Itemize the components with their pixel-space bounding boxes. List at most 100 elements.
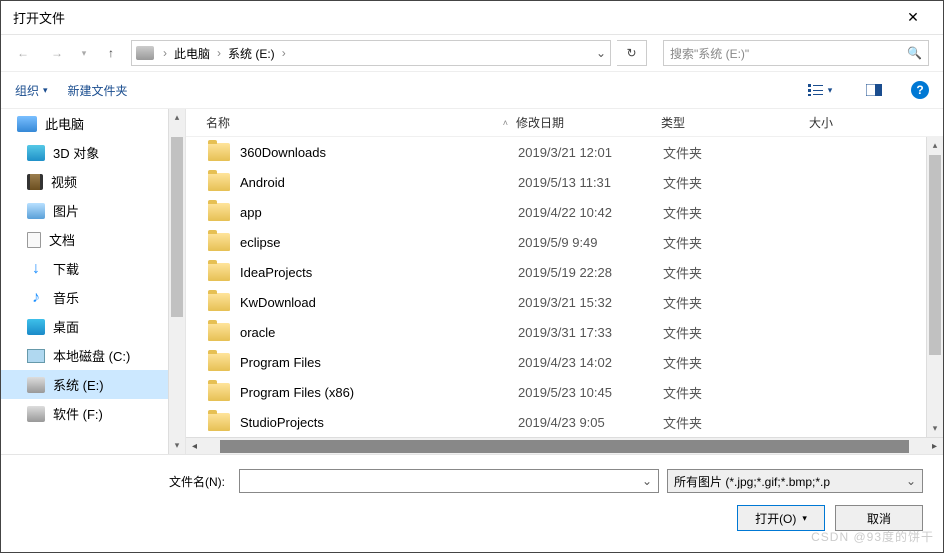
cancel-button[interactable]: 取消 (835, 505, 923, 531)
sidebar-item[interactable]: 本地磁盘 (C:) (1, 341, 185, 370)
sidebar-item[interactable]: 视频 (1, 167, 185, 196)
sidebar-scrollbar[interactable]: ▴ ▾ (168, 109, 185, 454)
sidebar-item[interactable]: 系统 (E:) (1, 370, 185, 399)
breadcrumb-root[interactable]: 此电脑 (170, 45, 214, 62)
drive-icon (136, 46, 154, 60)
file-list: 名称 ˄ 修改日期 类型 大小 360Downloads2019/3/21 12… (186, 109, 943, 454)
sidebar-item-label: 本地磁盘 (C:) (53, 346, 130, 365)
sidebar-item-label: 系统 (E:) (53, 375, 104, 394)
split-button-chevron[interactable]: ▾ (802, 513, 807, 524)
nav-back-button[interactable]: ← (9, 39, 37, 67)
file-row[interactable]: 360Downloads2019/3/21 12:01文件夹 (186, 137, 943, 167)
column-header-date[interactable]: 修改日期 (516, 114, 661, 131)
horizontal-scrollbar[interactable]: ◂ ▸ (186, 437, 943, 454)
sidebar-item-label: 音乐 (53, 288, 79, 307)
nav-recent-dropdown[interactable]: ▾ (77, 39, 91, 67)
close-button[interactable]: ✕ (893, 3, 933, 33)
preview-pane-button[interactable] (857, 78, 891, 102)
column-header-name[interactable]: 名称 ˄ (186, 114, 516, 131)
open-button[interactable]: 打开(O) ▾ (737, 505, 825, 531)
file-row[interactable]: oracle2019/3/31 17:33文件夹 (186, 317, 943, 347)
file-name: Program Files (x86) (240, 385, 518, 400)
scroll-down-icon[interactable]: ▾ (927, 420, 943, 437)
dl-icon: ↓ (27, 261, 45, 277)
file-row[interactable]: Android2019/5/13 11:31文件夹 (186, 167, 943, 197)
sidebar-item-label: 下载 (53, 259, 79, 278)
chevron-down-icon: ▾ (828, 85, 833, 96)
file-type: 文件夹 (663, 233, 811, 252)
folder-icon (208, 323, 230, 341)
breadcrumb[interactable]: › 此电脑 › 系统 (E:) › ⌄ (131, 40, 611, 66)
sidebar-item-label: 3D 对象 (53, 143, 99, 162)
folder-icon (208, 203, 230, 221)
folder-icon (208, 263, 230, 281)
sidebar-item[interactable]: 文档 (1, 225, 185, 254)
help-button[interactable]: ? (911, 81, 929, 99)
scroll-down-icon[interactable]: ▾ (169, 437, 185, 454)
sidebar-item-label: 文档 (49, 230, 75, 249)
filetype-filter-select[interactable]: 所有图片 (*.jpg;*.gif;*.bmp;*.p ⌄ (667, 469, 923, 493)
sidebar-item-label: 软件 (F:) (53, 404, 103, 423)
file-row[interactable]: KwDownload2019/3/21 15:32文件夹 (186, 287, 943, 317)
search-placeholder: 搜索"系统 (E:)" (670, 45, 907, 62)
file-name: 360Downloads (240, 145, 518, 160)
chevron-down-icon: ⌄ (906, 474, 916, 488)
scrollbar-thumb[interactable] (220, 440, 909, 453)
sidebar-item[interactable]: ♪ 音乐 (1, 283, 185, 312)
file-date: 2019/3/21 15:32 (518, 295, 663, 310)
column-header-type[interactable]: 类型 (661, 114, 809, 131)
scrollbar-thumb[interactable] (929, 155, 941, 355)
scrollbar-thumb[interactable] (171, 137, 183, 317)
folder-icon (208, 143, 230, 161)
new-folder-button[interactable]: 新建文件夹 (68, 82, 128, 99)
sidebar-item[interactable]: 桌面 (1, 312, 185, 341)
file-name: oracle (240, 325, 518, 340)
search-input[interactable]: 搜索"系统 (E:)" 🔍 (663, 40, 929, 66)
folder-icon (208, 293, 230, 311)
file-row[interactable]: IdeaProjects2019/5/19 22:28文件夹 (186, 257, 943, 287)
sidebar-item[interactable]: 软件 (F:) (1, 399, 185, 428)
breadcrumb-folder[interactable]: 系统 (E:) (224, 45, 279, 62)
filelist-scrollbar[interactable]: ▴ ▾ (926, 137, 943, 437)
refresh-button[interactable]: ↻ (617, 40, 647, 66)
pic-icon (27, 203, 45, 219)
cube-icon (27, 145, 45, 161)
file-name: IdeaProjects (240, 265, 518, 280)
sidebar-root[interactable]: 此电脑 (1, 109, 185, 138)
sidebar-item[interactable]: ↓ 下载 (1, 254, 185, 283)
file-date: 2019/4/23 9:05 (518, 415, 663, 430)
file-date: 2019/5/19 22:28 (518, 265, 663, 280)
file-name: StudioProjects (240, 415, 518, 430)
scroll-left-icon[interactable]: ◂ (186, 441, 203, 452)
sidebar-item[interactable]: 3D 对象 (1, 138, 185, 167)
file-row[interactable]: app2019/4/22 10:42文件夹 (186, 197, 943, 227)
file-date: 2019/3/21 12:01 (518, 145, 663, 160)
file-row[interactable]: Program Files (x86)2019/5/23 10:45文件夹 (186, 377, 943, 407)
filename-dropdown-icon[interactable]: ⌄ (642, 474, 652, 488)
music-icon: ♪ (27, 290, 45, 306)
diskc-icon (27, 349, 45, 363)
file-type: 文件夹 (663, 413, 811, 432)
filename-input[interactable]: ⌄ (239, 469, 659, 493)
file-row[interactable]: eclipse2019/5/9 9:49文件夹 (186, 227, 943, 257)
file-type: 文件夹 (663, 353, 811, 372)
file-date: 2019/4/22 10:42 (518, 205, 663, 220)
nav-forward-button[interactable]: → (43, 39, 71, 67)
scroll-up-icon[interactable]: ▴ (169, 109, 185, 126)
sidebar-item[interactable]: 图片 (1, 196, 185, 225)
file-row[interactable]: Program Files2019/4/23 14:02文件夹 (186, 347, 943, 377)
folder-icon (208, 413, 230, 431)
sidebar-item-label: 图片 (53, 201, 79, 220)
disk-icon (27, 377, 45, 393)
file-type: 文件夹 (663, 383, 811, 402)
nav-up-button[interactable]: ↑ (97, 39, 125, 67)
organize-menu[interactable]: 组织 ▾ (15, 82, 48, 99)
scroll-right-icon[interactable]: ▸ (926, 441, 943, 452)
view-mode-button[interactable]: ▾ (803, 78, 837, 102)
breadcrumb-sep: › (160, 46, 170, 60)
breadcrumb-history-dropdown[interactable]: ⌄ (596, 46, 606, 60)
file-row[interactable]: StudioProjects2019/4/23 9:05文件夹 (186, 407, 943, 437)
column-header-size[interactable]: 大小 (809, 114, 943, 131)
file-name: eclipse (240, 235, 518, 250)
scroll-up-icon[interactable]: ▴ (927, 137, 943, 154)
